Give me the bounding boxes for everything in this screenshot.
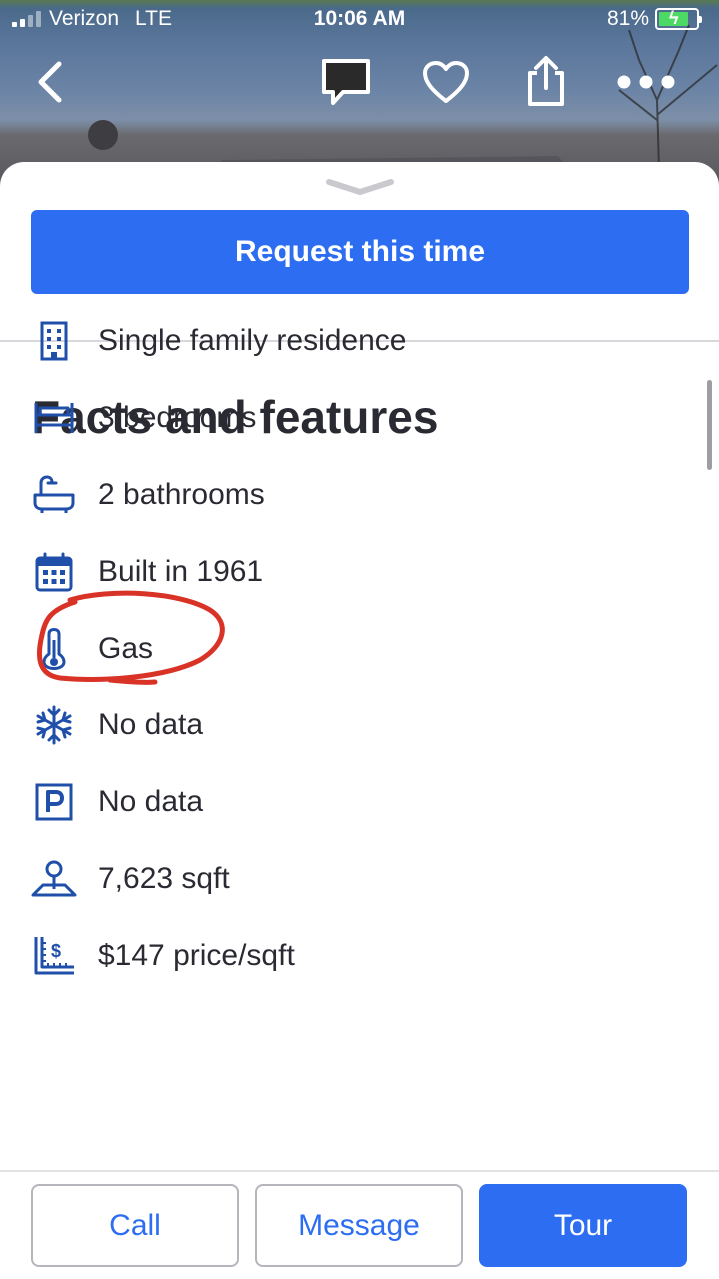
tour-button[interactable]: Tour: [479, 1184, 687, 1267]
calendar-icon: [30, 548, 78, 596]
save-favorite-button[interactable]: [416, 52, 476, 112]
satellite-dish-shape: [88, 120, 118, 150]
call-button[interactable]: Call: [31, 1184, 239, 1267]
share-button[interactable]: [516, 52, 576, 112]
back-button[interactable]: [20, 52, 80, 112]
bathtub-icon: [30, 471, 78, 519]
fact-bedrooms: 3 bedrooms: [30, 380, 690, 457]
back-chevron-icon: [38, 61, 62, 103]
sheet-drag-handle[interactable]: [325, 176, 395, 205]
fact-text: Gas: [98, 631, 154, 665]
bed-icon: [30, 394, 78, 442]
building-icon: [30, 317, 78, 365]
fact-lot-size: 7,623 sqft: [30, 841, 690, 918]
bottom-bar-divider: [0, 1170, 719, 1172]
status-bar: Verizon LTE 10:06 AM 81% ϟ: [0, 0, 719, 40]
more-options-button[interactable]: [616, 52, 676, 112]
lot-size-icon: [30, 855, 78, 903]
svg-text:$: $: [51, 941, 61, 961]
fact-price-per-sqft: $ $147 price/sqft: [30, 917, 690, 994]
price-per-sqft-icon: $: [30, 932, 78, 980]
fact-text: No data: [98, 785, 204, 819]
chat-button[interactable]: [316, 52, 376, 112]
parking-icon: [30, 778, 78, 826]
fact-text: 7,623 sqft: [98, 861, 230, 895]
chevron-down-icon: [326, 179, 394, 195]
chat-bubble-icon: [322, 59, 370, 105]
thermometer-icon: [30, 625, 78, 673]
fact-year-built: Built in 1961: [30, 533, 690, 610]
fact-text: Built in 1961: [98, 554, 264, 588]
share-icon: [528, 56, 564, 106]
fact-text: 3 bedrooms: [98, 401, 257, 435]
fact-text: $147 price/sqft: [98, 938, 295, 972]
message-button[interactable]: Message: [255, 1184, 463, 1267]
request-time-button[interactable]: Request this time: [31, 210, 689, 294]
fact-text: Single family residence: [98, 324, 407, 358]
fact-heating: Gas: [30, 610, 690, 687]
fact-bathrooms: 2 bathrooms: [30, 457, 690, 534]
battery-percent: 81%: [606, 7, 649, 30]
fact-parking: No data: [30, 764, 690, 841]
fact-text: 2 bathrooms: [98, 477, 265, 511]
scrollbar[interactable]: [707, 380, 712, 470]
fact-home-type: Single family residence: [30, 303, 690, 380]
snowflake-icon: [30, 701, 78, 749]
facts-list: Single family residence 3 bedrooms 2 bat…: [30, 303, 690, 994]
more-dots-icon: [617, 75, 675, 89]
fact-cooling: No data: [30, 687, 690, 764]
fact-text: No data: [98, 708, 204, 742]
battery-icon: ϟ: [655, 8, 702, 30]
heart-icon: [423, 61, 469, 103]
